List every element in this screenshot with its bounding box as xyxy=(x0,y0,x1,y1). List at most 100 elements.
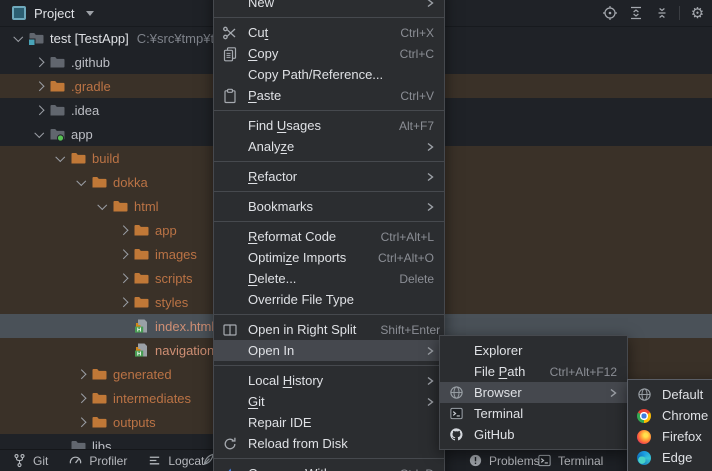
menu-item-label: Chrome xyxy=(662,408,712,423)
tree-row-label: images xyxy=(155,247,197,262)
tree-row-label: .gradle xyxy=(71,79,111,94)
chevron-right-icon[interactable] xyxy=(117,272,130,285)
menu-icon-slot xyxy=(222,0,238,11)
chevron-glyph xyxy=(77,176,86,185)
statusbar-problems-label: Problems xyxy=(489,454,540,468)
menu-item-refactor[interactable]: Refactor xyxy=(214,166,444,187)
menu-item-edge[interactable]: Edge xyxy=(628,447,712,468)
menu-item-label: Git xyxy=(248,394,402,409)
menu-icon-slot xyxy=(222,373,238,389)
browser-submenu: Default Chrome Firefox Edge xyxy=(627,379,712,471)
expand-all-icon[interactable] xyxy=(627,5,644,22)
statusbar-problems[interactable]: Problems xyxy=(468,450,540,471)
chevron-down-icon xyxy=(86,11,94,16)
chevron-right-icon[interactable] xyxy=(75,368,88,381)
menu-item-shortcut: Ctrl+V xyxy=(400,89,434,103)
menu-item-file-path[interactable]: File PathCtrl+Alt+F12 xyxy=(440,361,627,382)
statusbar-profiler[interactable]: Profiler xyxy=(68,453,127,468)
menu-icon-slot xyxy=(222,250,238,266)
toolbar-divider xyxy=(679,6,680,20)
menu-item-reload-from-disk[interactable]: Reload from Disk xyxy=(214,433,444,454)
project-view-icon xyxy=(12,6,26,20)
problems-icon xyxy=(468,453,483,468)
chevron-right-icon[interactable] xyxy=(75,416,88,429)
gear-glyph: ⚙ xyxy=(691,6,704,21)
menu-item-reformat-code[interactable]: Reformat CodeCtrl+Alt+L xyxy=(214,226,444,247)
menu-item-shortcut: Ctrl+Alt+O xyxy=(378,251,434,265)
menu-separator xyxy=(214,110,444,111)
chevron-right-icon[interactable] xyxy=(117,296,130,309)
chevron-down-icon[interactable] xyxy=(12,32,25,45)
statusbar-git[interactable]: Git xyxy=(12,453,48,468)
gear-icon[interactable]: ⚙ xyxy=(689,5,706,22)
menu-icon-slot xyxy=(222,394,238,410)
menu-item-delete[interactable]: Delete...Delete xyxy=(214,268,444,289)
menu-item-label: Explorer xyxy=(474,343,617,358)
chevron-right-icon xyxy=(426,202,434,212)
chevron-glyph xyxy=(119,249,128,258)
menu-item-repair-ide[interactable]: Repair IDE xyxy=(214,412,444,433)
tree-row-label: scripts xyxy=(155,271,193,286)
menu-item-new[interactable]: New xyxy=(214,0,444,13)
chevron-right-icon[interactable] xyxy=(33,104,46,117)
chevron-right-icon xyxy=(426,376,434,386)
menu-item-github[interactable]: GitHub xyxy=(440,424,627,445)
menu-item-compare-with[interactable]: Compare With...Ctrl+D xyxy=(214,463,444,471)
chevron-glyph xyxy=(77,417,86,426)
terminal-icon xyxy=(448,406,464,422)
menu-item-optimize-imports[interactable]: Optimize ImportsCtrl+Alt+O xyxy=(214,247,444,268)
globe-icon xyxy=(448,385,464,401)
chevron-down-icon[interactable] xyxy=(54,152,67,165)
menu-icon-slot xyxy=(222,292,238,308)
menu-item-open-in[interactable]: Open In xyxy=(214,340,444,361)
menu-item-copy-path-reference[interactable]: Copy Path/Reference... xyxy=(214,64,444,85)
menu-item-paste[interactable]: PasteCtrl+V xyxy=(214,85,444,106)
chevron-right-icon[interactable] xyxy=(33,80,46,93)
statusbar-logcat[interactable]: Logcat xyxy=(147,453,204,468)
project-view-selector[interactable]: Project xyxy=(12,6,94,21)
menu-item-terminal[interactable]: Terminal xyxy=(440,403,627,424)
menu-item-chrome[interactable]: Chrome xyxy=(628,405,712,426)
menu-item-find-usages[interactable]: Find UsagesAlt+F7 xyxy=(214,115,444,136)
chevron-down-icon[interactable] xyxy=(96,200,109,213)
folder-orange-icon xyxy=(49,78,65,94)
menu-item-cut[interactable]: CutCtrl+X xyxy=(214,22,444,43)
menu-item-firefox[interactable]: Firefox xyxy=(628,426,712,447)
menu-item-open-in-right-split[interactable]: Open in Right SplitShift+Enter xyxy=(214,319,444,340)
menu-icon-slot xyxy=(222,271,238,287)
menu-icon-slot xyxy=(222,118,238,134)
menu-item-git[interactable]: Git xyxy=(214,391,444,412)
menu-item-label: Repair IDE xyxy=(248,415,434,430)
menu-item-label: Edge xyxy=(662,450,712,465)
chevron-glyph xyxy=(119,297,128,306)
menu-item-override-file-type[interactable]: Override File Type xyxy=(214,289,444,310)
menu-item-bookmarks[interactable]: Bookmarks xyxy=(214,196,444,217)
chevron-right-icon xyxy=(426,397,434,407)
tree-row-label: .github xyxy=(71,55,110,70)
menu-item-shortcut: Alt+F7 xyxy=(399,119,434,133)
menu-item-label: Browser xyxy=(474,385,585,400)
menu-item-shortcut: Ctrl+Alt+F12 xyxy=(550,365,617,379)
menu-item-local-history[interactable]: Local History xyxy=(214,370,444,391)
collapse-all-icon[interactable] xyxy=(653,5,670,22)
paste-icon xyxy=(222,88,238,104)
terminal-icon xyxy=(537,453,552,468)
menu-icon-slot xyxy=(222,229,238,245)
locate-file-icon[interactable] xyxy=(601,5,618,22)
menu-item-default[interactable]: Default xyxy=(628,384,712,405)
menu-item-analyze[interactable]: Analyze xyxy=(214,136,444,157)
menu-item-explorer[interactable]: Explorer xyxy=(440,340,627,361)
chevron-right-icon[interactable] xyxy=(33,56,46,69)
statusbar-terminal[interactable]: Terminal xyxy=(537,450,603,471)
menu-item-copy[interactable]: CopyCtrl+C xyxy=(214,43,444,64)
chevron-right-icon[interactable] xyxy=(117,224,130,237)
chevron-down-icon[interactable] xyxy=(75,176,88,189)
chevron-down-icon[interactable] xyxy=(33,128,46,141)
chevron-glyph xyxy=(35,57,44,66)
menu-item-browser[interactable]: Browser xyxy=(440,382,627,403)
chevron-right-icon[interactable] xyxy=(75,392,88,405)
chevron-right-icon[interactable] xyxy=(117,248,130,261)
menu-separator xyxy=(214,161,444,162)
profiler-icon xyxy=(68,453,83,468)
menu-item-label: Refactor xyxy=(248,169,402,184)
